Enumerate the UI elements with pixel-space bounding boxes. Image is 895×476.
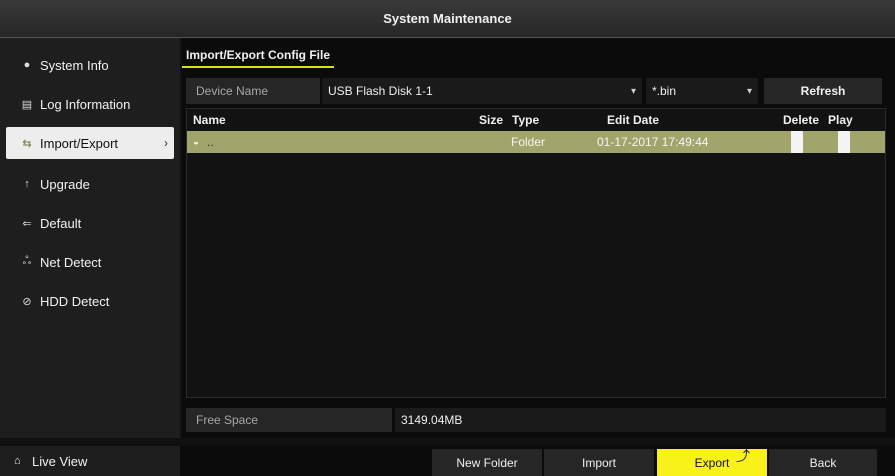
window-title: System Maintenance <box>0 0 895 38</box>
info-dot-icon: ● <box>23 59 31 71</box>
tab-import-export-config-file[interactable]: Import/Export Config File <box>182 44 334 68</box>
sidebar-item-label: Log Information <box>40 96 131 112</box>
column-header-delete: Delete <box>783 113 820 127</box>
sidebar-item-label: Net Detect <box>40 254 102 270</box>
file-type: Folder <box>511 135 546 149</box>
chevron-down-icon: ▾ <box>746 85 752 97</box>
sidebar-item-label: Upgrade <box>40 176 90 192</box>
free-space-label: Free Space <box>186 408 392 432</box>
table-header: Name Size Type Edit Date Delete Play <box>187 109 885 131</box>
chevron-down-icon: ▾ <box>630 85 636 97</box>
device-name-label: Device Name <box>186 78 320 104</box>
column-header-size: Size <box>479 113 504 127</box>
live-view-label: Live View <box>32 453 88 469</box>
folder-icon: ◒ <box>193 136 200 148</box>
sidebar-item-default[interactable]: ⇐ Default <box>6 207 174 239</box>
hdd-detect-icon: ⊘ <box>22 295 32 308</box>
sidebar: ● System Info ▤ Log Information ⇆ Import… <box>0 38 180 438</box>
mouse-cursor-icon: ⤴ <box>736 448 750 464</box>
sidebar-item-label: Import/Export <box>40 135 119 151</box>
file-table: Name Size Type Edit Date Delete Play ◒ .… <box>186 108 886 398</box>
new-folder-button[interactable]: New Folder <box>432 449 542 476</box>
sidebar-item-hdd-detect[interactable]: ⊘ HDD Detect <box>6 285 174 317</box>
file-extension-select[interactable]: *.bin ▾ <box>646 78 758 104</box>
log-icon: ▤ <box>21 98 33 111</box>
live-view-button[interactable]: ⌂ Live View <box>0 446 180 476</box>
default-icon: ⇐ <box>22 217 32 230</box>
import-button[interactable]: Import <box>544 449 654 476</box>
delete-icon[interactable] <box>791 131 803 153</box>
net-detect-icon: ஃ <box>22 255 32 267</box>
home-icon: ⌂ <box>14 455 21 467</box>
column-header-type: Type <box>512 113 540 127</box>
sidebar-item-system-info[interactable]: ● System Info <box>6 49 174 81</box>
sidebar-item-label: HDD Detect <box>40 293 110 309</box>
chevron-right-icon: › <box>164 136 168 150</box>
file-extension-value: *.bin <box>652 84 677 98</box>
free-space-value: 3149.04MB <box>395 408 886 432</box>
sidebar-item-log-information[interactable]: ▤ Log Information <box>6 88 174 120</box>
play-icon[interactable] <box>838 131 850 153</box>
device-select[interactable]: USB Flash Disk 1-1 ▾ <box>322 78 642 104</box>
sidebar-item-label: System Info <box>40 57 109 73</box>
refresh-button[interactable]: Refresh <box>764 78 882 104</box>
device-select-value: USB Flash Disk 1-1 <box>328 84 433 98</box>
upgrade-icon: ↑ <box>24 178 30 190</box>
sidebar-item-upgrade[interactable]: ↑ Upgrade <box>6 168 174 200</box>
sidebar-item-label: Default <box>40 215 82 231</box>
export-button[interactable]: Export <box>657 449 767 476</box>
column-header-name: Name <box>193 113 226 127</box>
file-edit-date: 01-17-2017 17:49:44 <box>597 135 709 149</box>
sidebar-item-net-detect[interactable]: ஃ Net Detect <box>6 246 174 278</box>
column-header-play: Play <box>828 113 853 127</box>
sidebar-item-import-export[interactable]: ⇆ Import/Export › <box>6 127 174 159</box>
table-row[interactable]: ◒ .. Folder 01-17-2017 17:49:44 <box>187 131 885 153</box>
column-header-edit-date: Edit Date <box>607 113 660 127</box>
device-row: Device Name USB Flash Disk 1-1 ▾ *.bin ▾… <box>186 78 886 104</box>
file-name: .. <box>207 135 214 149</box>
import-export-icon: ⇆ <box>22 137 32 150</box>
back-button[interactable]: Back <box>769 449 877 476</box>
